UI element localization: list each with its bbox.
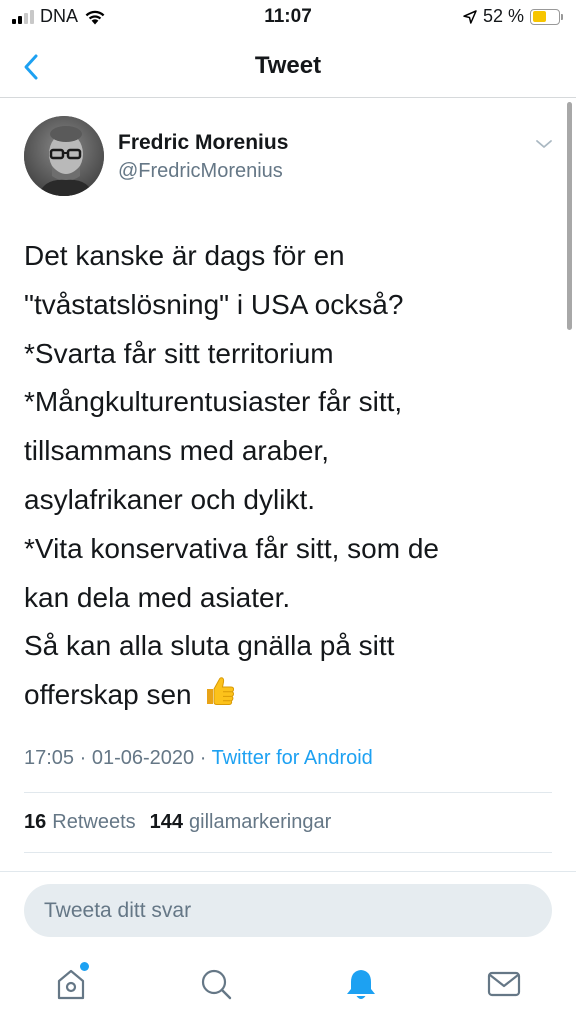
- battery-level: [532, 11, 546, 22]
- tab-notifications[interactable]: [343, 966, 379, 1002]
- divider: [24, 792, 552, 793]
- nav-bar: Tweet: [0, 36, 576, 98]
- likes-stat[interactable]: 144 gillamarkeringar: [150, 811, 332, 834]
- tweet-source-link[interactable]: Twitter for Android: [212, 747, 373, 769]
- tab-messages[interactable]: [486, 966, 522, 1002]
- tweet-date: 01-06-2020: [91, 747, 195, 769]
- page-title: Tweet: [254, 52, 322, 79]
- meta-separator: ·: [199, 747, 207, 769]
- retweets-count: 16: [24, 811, 47, 833]
- thumbs-up-icon: [203, 674, 237, 708]
- messages-icon: [487, 971, 521, 997]
- reply-input[interactable]: Tweeta ditt svar: [24, 884, 552, 937]
- meta-separator: ·: [79, 747, 87, 769]
- reply-placeholder: Tweeta ditt svar: [44, 898, 192, 922]
- status-right: 52 %: [463, 6, 563, 27]
- divider: [24, 852, 552, 853]
- status-bar: DNA 11:07 52 %: [0, 0, 576, 36]
- search-icon: [201, 969, 232, 1000]
- author-handle[interactable]: @FredricMorenius: [118, 160, 283, 183]
- scroll-indicator: [567, 102, 572, 330]
- tweet-text: Det kanske är dags för en "tvåstatslösni…: [24, 232, 554, 720]
- location-arrow-icon: [463, 9, 477, 24]
- tweet-time: 17:05: [24, 747, 75, 769]
- tweet-menu-button[interactable]: [532, 132, 556, 156]
- notifications-icon: [347, 970, 375, 999]
- tweet-body: Det kanske är dags för en "tvåstatslösni…: [24, 240, 439, 711]
- avatar-image: [24, 116, 104, 196]
- retweets-stat[interactable]: 16 Retweets: [24, 811, 136, 834]
- tweet-meta: 17:05 · 01-06-2020 · Twitter for Android: [24, 747, 373, 770]
- battery-icon: [530, 8, 563, 25]
- likes-label: gillamarkeringar: [189, 811, 332, 833]
- chevron-down-icon: [536, 140, 552, 148]
- avatar[interactable]: [24, 116, 104, 196]
- tab-search[interactable]: [198, 966, 234, 1002]
- tab-home[interactable]: [53, 966, 89, 1002]
- retweets-label: Retweets: [52, 811, 136, 833]
- home-icon: [57, 969, 85, 1000]
- tweet-stats: 16 Retweets 144 gillamarkeringar: [24, 811, 331, 834]
- likes-count: 144: [149, 811, 183, 833]
- battery-percent: 52 %: [482, 6, 524, 26]
- divider: [0, 871, 576, 872]
- author-name[interactable]: Fredric Morenius: [118, 131, 288, 155]
- home-new-dot: [80, 962, 89, 971]
